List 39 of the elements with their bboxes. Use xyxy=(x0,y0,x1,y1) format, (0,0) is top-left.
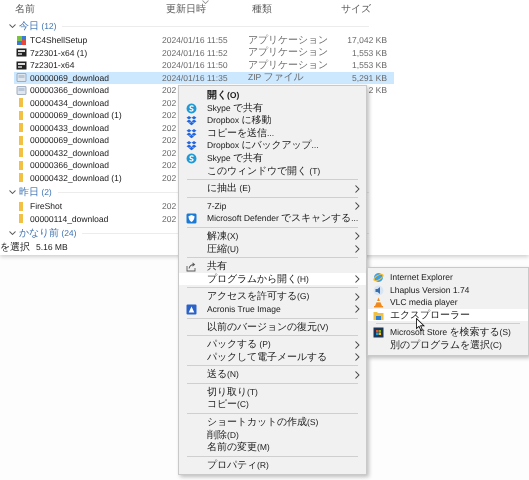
date-text: 202 xyxy=(162,122,176,134)
size-text: 1,553 KB xyxy=(352,46,387,59)
selection-status: を選択 xyxy=(0,240,30,254)
date-text: 202 xyxy=(162,159,176,172)
file-name: 7z2301-x64 xyxy=(30,59,74,72)
size-text: 1,553 KB xyxy=(352,59,387,72)
file-name: 00000366_download xyxy=(30,84,109,96)
date-text: 2024/01/16 11:55 xyxy=(162,34,228,46)
selection-size: 5.16 MB xyxy=(36,241,68,253)
file-name: 00000069_download xyxy=(30,72,109,84)
file-name: 7z2301-x64 (1) xyxy=(30,46,88,59)
date-text: 2024/01/16 11:50 xyxy=(162,59,228,72)
file-name: 00000366_download xyxy=(30,159,109,172)
file-name: 00000432_download xyxy=(30,146,109,159)
date-text: 202 xyxy=(162,212,176,225)
size-text: 17,042 KB xyxy=(347,34,387,46)
size-text: 2 KB xyxy=(368,84,387,96)
file-name: 00000114_download xyxy=(30,212,108,225)
date-text: 202 xyxy=(162,109,176,122)
type-text: アプリケーション xyxy=(248,46,328,60)
date-text: 202 xyxy=(162,96,176,109)
file-name: 00000434_download xyxy=(30,96,109,109)
date-text: 202 xyxy=(162,172,176,184)
file-name: FireShot xyxy=(30,200,62,212)
size-text: 5,291 KB xyxy=(352,72,387,84)
type-text: アプリケーション xyxy=(248,34,328,46)
file-name: 00000432_download (1) xyxy=(30,172,122,184)
file-name: 00000069_download xyxy=(30,134,109,146)
date-text: 202 xyxy=(162,200,176,212)
type-text: アプリケーション xyxy=(248,58,328,72)
date-text: 202 xyxy=(162,134,176,146)
type-text: ZIP ファイル xyxy=(248,71,304,84)
date-text: 202 xyxy=(162,84,176,96)
file-name: 00000433_download xyxy=(30,122,109,134)
date-text: 2024/01/16 11:35 xyxy=(162,72,228,84)
date-text: 202 xyxy=(162,146,176,159)
file-name: 00000069_download (1) xyxy=(30,109,122,122)
date-text: 2024/01/16 11:52 xyxy=(162,46,228,59)
file-name: TC4ShellSetup xyxy=(30,34,88,46)
